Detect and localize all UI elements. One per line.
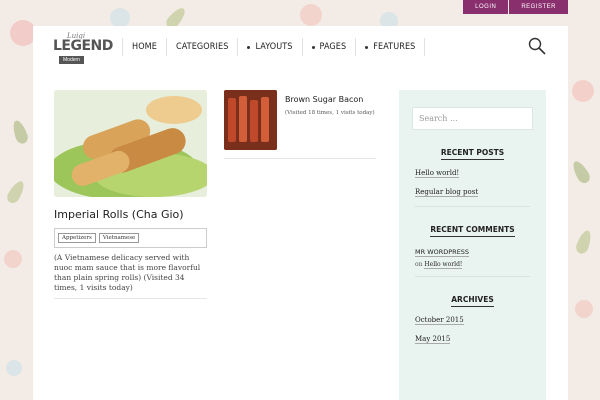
comment-post-link[interactable]: Hello world!: [424, 261, 463, 269]
register-link[interactable]: REGISTER: [509, 0, 568, 14]
post-title[interactable]: Imperial Rolls (Cha Gio): [54, 208, 207, 222]
nav-pages[interactable]: PAGES: [303, 38, 357, 56]
comment-author-link[interactable]: MR WORDPRESS: [415, 248, 470, 257]
site-logo[interactable]: Luigi LEGEND Modern: [53, 32, 113, 68]
comment-line: on Hello world!: [415, 261, 530, 269]
bullet-icon: [365, 45, 369, 49]
nav-categories[interactable]: CATEGORIES: [167, 38, 239, 56]
nav-layouts[interactable]: LAYOUTS: [238, 38, 303, 56]
nav-home[interactable]: HOME: [123, 38, 167, 56]
divider: [415, 276, 530, 277]
archive-link[interactable]: May 2015: [415, 335, 451, 344]
widget-title: RECENT COMMENTS: [415, 225, 530, 237]
related-post-title[interactable]: Brown Sugar Bacon: [285, 95, 363, 104]
divider: [54, 298, 207, 299]
nav-label: PAGES: [319, 42, 347, 52]
recent-comments-widget: RECENT COMMENTS MR WORDPRESS on Hello wo…: [415, 225, 530, 277]
page-container: Luigi LEGEND Modern HOME CATEGORIES LAYO…: [33, 26, 568, 400]
login-link[interactable]: LOGIN: [463, 0, 509, 14]
search-input[interactable]: Search ...: [412, 107, 533, 130]
bacon-image: [224, 90, 277, 150]
divider: [415, 206, 530, 207]
nav-features[interactable]: FEATURES: [356, 38, 426, 56]
divider: [224, 158, 376, 159]
archives-widget: ARCHIVES October 2015 May 2015: [415, 295, 530, 345]
archive-link[interactable]: October 2015: [415, 316, 464, 325]
tag-vietnamese[interactable]: Vietnamese: [98, 233, 140, 243]
widget-title: ARCHIVES: [415, 295, 530, 307]
nav-label: HOME: [132, 42, 157, 52]
comment-on-text: on: [415, 261, 423, 268]
spring-rolls-image: [54, 90, 207, 197]
site-header: Luigi LEGEND Modern HOME CATEGORIES LAYO…: [33, 26, 568, 70]
recent-post-link[interactable]: Hello world!: [415, 169, 460, 178]
recent-posts-widget: RECENT POSTS Hello world! Regular blog p…: [415, 148, 530, 207]
logo-word: LEGEND: [53, 38, 113, 54]
post-card: Imperial Rolls (Cha Gio) Appetizers Viet…: [54, 90, 207, 299]
bullet-icon: [247, 45, 251, 49]
account-bar: LOGIN REGISTER: [463, 0, 568, 14]
nav-label: LAYOUTS: [255, 42, 293, 52]
post-excerpt: (A Vietnamese delicacy served with nuoc …: [54, 253, 201, 292]
post-image[interactable]: [54, 90, 207, 197]
sidebar: Search ... RECENT POSTS Hello world! Reg…: [399, 90, 546, 400]
bacon-thumbnail[interactable]: [224, 90, 277, 150]
widget-title: RECENT POSTS: [415, 148, 530, 160]
logo-tag: Modern: [59, 56, 84, 64]
recent-post-link[interactable]: Regular blog post: [415, 188, 479, 197]
bullet-icon: [311, 45, 315, 49]
nav-label: FEATURES: [373, 42, 416, 52]
related-post-meta: (Visited 18 times, 1 visits today): [285, 110, 375, 116]
search-icon[interactable]: [528, 37, 546, 55]
main-nav: HOME CATEGORIES LAYOUTS PAGES FEATURES: [122, 38, 426, 56]
tag-appetizers[interactable]: Appetizers: [58, 233, 96, 243]
nav-label: CATEGORIES: [175, 42, 229, 52]
post-tags: Appetizers Vietnamese: [54, 228, 207, 248]
